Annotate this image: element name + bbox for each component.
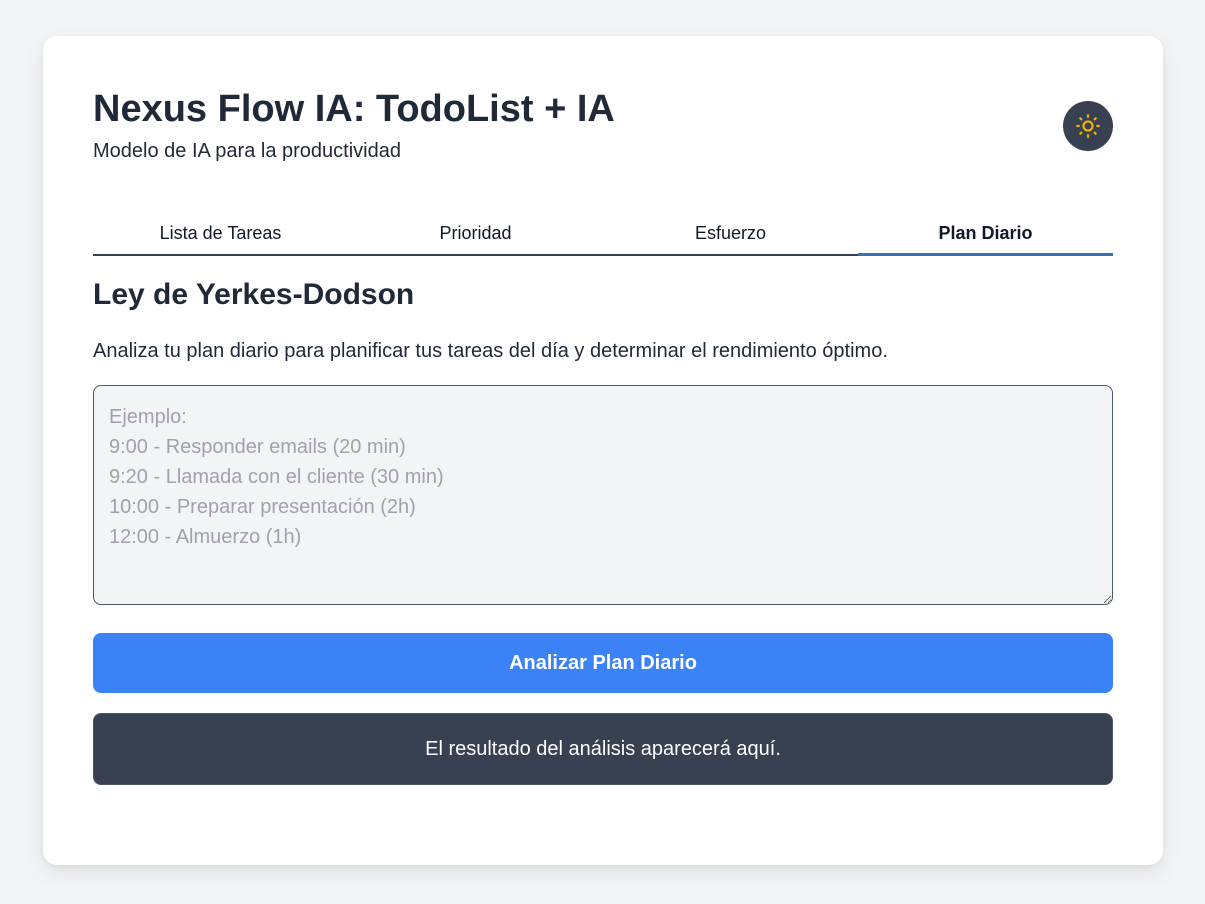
section-description: Analiza tu plan diario para planificar t…: [93, 340, 888, 362]
analysis-result-text: El resultado del análisis aparecerá aquí…: [425, 737, 781, 760]
analysis-result-box: El resultado del análisis aparecerá aquí…: [93, 713, 1113, 785]
tab-esfuerzo[interactable]: Esfuerzo: [603, 212, 858, 254]
tab-prioridad[interactable]: Prioridad: [348, 212, 603, 254]
page-subtitle: Modelo de IA para la productividad: [93, 140, 401, 162]
main-card: Nexus Flow IA: TodoList + IA Modelo de I…: [43, 36, 1163, 865]
page-title: Nexus Flow IA: TodoList + IA: [93, 88, 615, 130]
analyze-plan-button[interactable]: Analizar Plan Diario: [93, 633, 1113, 693]
sun-icon: [1075, 113, 1101, 139]
section-title: Ley de Yerkes-Dodson: [93, 278, 415, 311]
theme-toggle-button[interactable]: [1063, 101, 1113, 151]
tab-bar: Lista de Tareas Prioridad Esfuerzo Plan …: [93, 212, 1113, 256]
tab-lista-de-tareas[interactable]: Lista de Tareas: [93, 212, 348, 254]
tab-plan-diario[interactable]: Plan Diario: [858, 212, 1113, 256]
daily-plan-input[interactable]: [93, 385, 1113, 605]
